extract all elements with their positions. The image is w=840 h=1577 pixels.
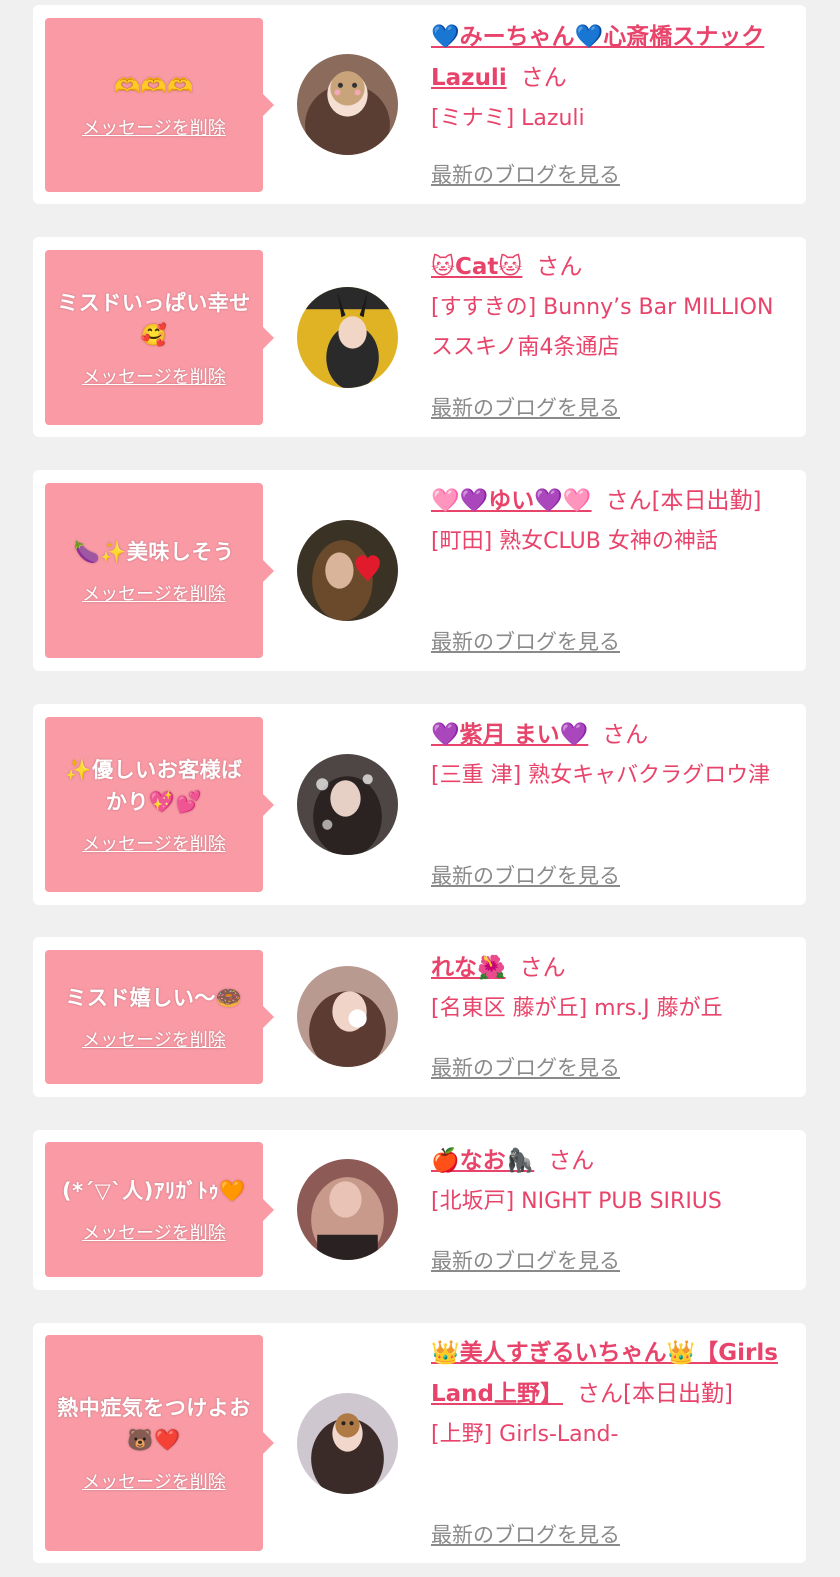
delete-message-link[interactable]: メッセージを削除 [82,1468,226,1494]
cast-name-link[interactable]: 🐱Cat🐱 [431,254,522,280]
message-card: ミスド嬉しい〜🍩 メッセージを削除 れな🌺 さん [名東区 藤が丘] mrs.J … [33,937,806,1097]
avatar-photo [297,754,398,855]
message-text: (*´▽`人)ｱﾘｶﾞﾄｩ🧡 [62,1178,246,1203]
name-line: 🍎なお🦍 さん [431,1141,791,1182]
view-blog-link[interactable]: 最新のブログを見る [431,392,620,422]
view-blog-link[interactable]: 最新のブログを見る [431,159,620,189]
message-card: 熱中症気をつけよお🐻❤️ メッセージを削除 👑美人すぎるいちゃん👑【Girls … [33,1323,806,1563]
honorific: さん [602,722,649,748]
avatar-photo [297,1393,398,1494]
avatar-photo [297,520,398,621]
avatar-photo [297,287,398,388]
view-blog-link[interactable]: 最新のブログを見る [431,1245,620,1275]
avatar-photo [297,1159,398,1260]
delete-message-link[interactable]: メッセージを削除 [82,1219,226,1245]
honorific: さん [519,955,566,981]
message-text: ミスド嬉しい〜🍩 [65,986,243,1010]
cast-name-link[interactable]: れな🌺 [431,955,506,981]
message-card: ミスドいっぱい幸せ🥰 メッセージを削除 🐱Cat🐱 さん [すすきの] Bunny… [33,237,806,437]
message-bubble: ミスド嬉しい〜🍩 メッセージを削除 [45,950,274,1084]
message-bubble: 熱中症気をつけよお🐻❤️ メッセージを削除 [45,1335,274,1551]
message-bubble: ✨優しいお客様ばかり💖💕 メッセージを削除 [45,717,274,892]
avatar[interactable] [297,1159,398,1260]
message-card: (*´▽`人)ｱﾘｶﾞﾄｩ🧡 メッセージを削除 🍎なお🦍 さん [北坂戸] NIG… [33,1130,806,1290]
message-card: 🫶🫶🫶 メッセージを削除 💙みーちゃん💙心斎橋スナックLazuli さん [ミナミ… [33,5,806,204]
honorific: さん [548,1148,595,1174]
name-line: れな🌺 さん [431,948,791,989]
cast-name-link[interactable]: 💙みーちゃん💙心斎橋スナックLazuli [431,24,764,91]
message-card: ✨優しいお客様ばかり💖💕 メッセージを削除 💜紫月 まい💜 さん [三重 津] 熟… [33,704,806,905]
shop-info: [上野] Girls-Land- [431,1422,619,1447]
avatar[interactable] [297,1393,398,1494]
shop-info: [名東区 藤が丘] mrs.J 藤が丘 [431,996,723,1021]
message-bubble: ミスドいっぱい幸せ🥰 メッセージを削除 [45,250,274,425]
view-blog-link[interactable]: 最新のブログを見る [431,626,620,656]
honorific: さん [536,254,583,280]
view-blog-link[interactable]: 最新のブログを見る [431,1519,620,1549]
message-text: 熱中症気をつけよお🐻❤️ [57,1396,251,1452]
avatar[interactable] [297,520,398,621]
delete-message-link[interactable]: メッセージを削除 [82,363,226,389]
name-line: 🩷💜ゆい💜🩷 さん[本日出勤] [431,481,791,522]
delete-message-link[interactable]: メッセージを削除 [82,1026,226,1052]
cast-name-link[interactable]: 🩷💜ゆい💜🩷 [431,488,592,514]
shop-info: [すすきの] Bunny’s Bar MILLION ススキノ南4条通店 [431,295,774,360]
shop-info: [三重 津] 熟女キャバクラグロウ津 [431,763,771,788]
message-text: ミスドいっぱい幸せ🥰 [57,290,251,347]
message-bubble: (*´▽`人)ｱﾘｶﾞﾄｩ🧡 メッセージを削除 [45,1142,274,1277]
shop-info: [ミナミ] Lazuli [431,106,585,131]
name-line: 🐱Cat🐱 さん [431,247,791,288]
delete-message-link[interactable]: メッセージを削除 [82,580,226,606]
name-line: 💜紫月 まい💜 さん [431,715,791,756]
message-bubble: 🍆✨美味しそう メッセージを削除 [45,483,274,658]
avatar[interactable] [297,754,398,855]
cast-name-link[interactable]: 🍎なお🦍 [431,1148,534,1174]
honorific: さん[本日出勤] [605,488,762,514]
avatar[interactable] [297,287,398,388]
cast-name-link[interactable]: 💜紫月 まい💜 [431,722,588,748]
view-blog-link[interactable]: 最新のブログを見る [431,860,620,890]
message-text: ✨優しいお客様ばかり💖💕 [65,757,243,814]
message-bubble: 🫶🫶🫶 メッセージを削除 [45,18,274,192]
message-card: 🍆✨美味しそう メッセージを削除 🩷💜ゆい💜🩷 さん[本日出勤] [町田] 熟女C… [33,470,806,671]
name-line: 👑美人すぎるいちゃん👑【Girls Land上野】 さん[本日出勤] [431,1333,791,1415]
avatar-photo [297,54,398,155]
message-text: 🍆✨美味しそう [73,539,235,564]
avatar[interactable] [297,966,398,1067]
view-blog-link[interactable]: 最新のブログを見る [431,1052,620,1082]
message-text: 🫶🫶🫶 [114,74,194,98]
delete-message-link[interactable]: メッセージを削除 [82,114,226,140]
delete-message-link[interactable]: メッセージを削除 [82,830,226,856]
shop-info: [町田] 熟女CLUB 女神の神話 [431,529,718,554]
shop-info: [北坂戸] NIGHT PUB SIRIUS [431,1189,722,1214]
avatar[interactable] [297,54,398,155]
honorific: さん[本日出勤] [577,1381,733,1407]
name-line: 💙みーちゃん💙心斎橋スナックLazuli さん [431,17,791,99]
avatar-photo [297,966,398,1067]
honorific: さん [520,65,567,91]
